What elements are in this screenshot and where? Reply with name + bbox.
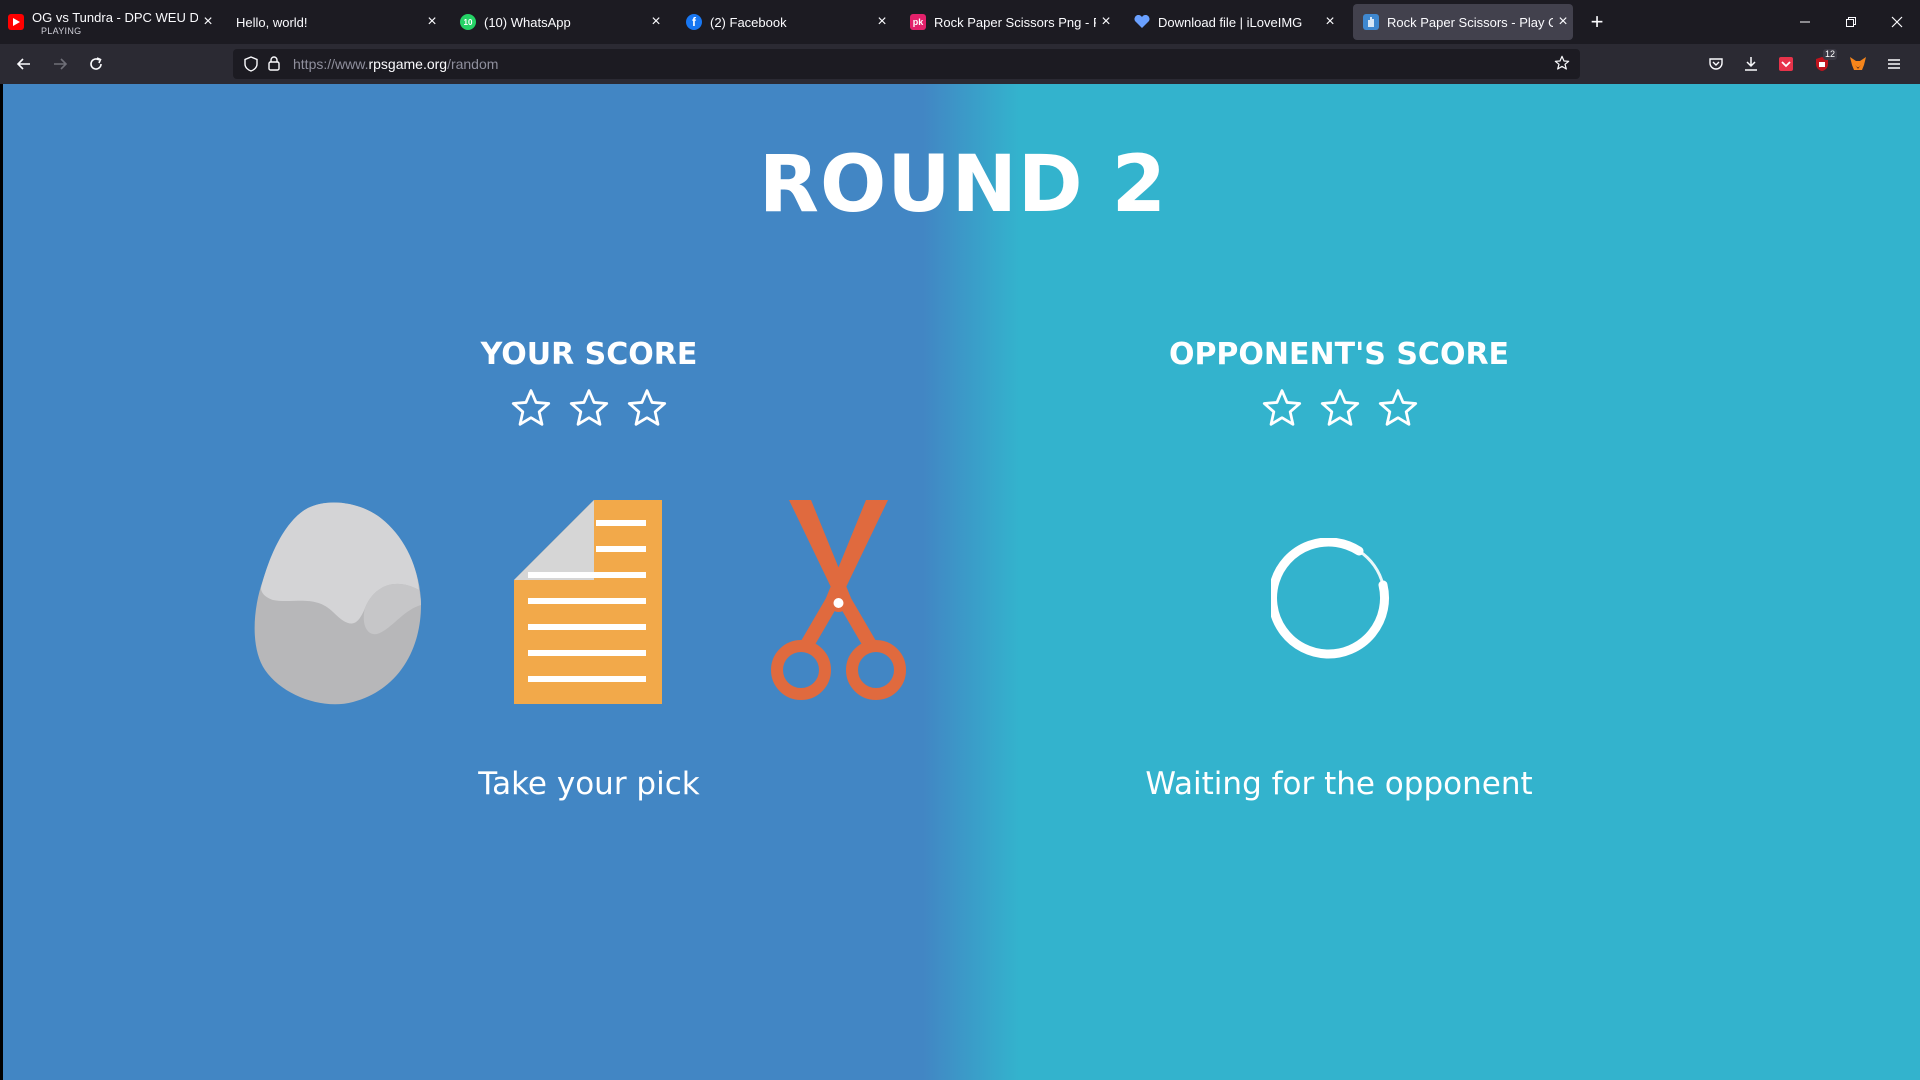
round-title: ROUND 2 xyxy=(758,140,1168,230)
address-bar[interactable]: https://www.rpsgame.org/random xyxy=(233,49,1580,79)
new-tab-button[interactable]: + xyxy=(1582,6,1612,38)
minimize-button[interactable] xyxy=(1782,0,1828,44)
paper-choice-button[interactable] xyxy=(514,500,662,709)
forward-button[interactable] xyxy=(44,48,76,80)
pocket-icon xyxy=(1709,58,1723,70)
your-score-stars xyxy=(510,388,668,428)
rock-icon xyxy=(254,502,421,705)
back-arrow-icon xyxy=(16,58,30,70)
bookmark-star-icon[interactable] xyxy=(1554,55,1570,76)
back-button[interactable] xyxy=(8,48,40,80)
star-outline-icon xyxy=(1320,389,1360,426)
your-score-label: YOUR SCORE xyxy=(480,337,698,372)
your-status-text: Take your pick xyxy=(478,766,700,802)
tab-title: Hello, world! xyxy=(236,14,308,30)
heart-icon xyxy=(1134,14,1150,30)
tab-title: Rock Paper Scissors - Play Onlin xyxy=(1387,14,1553,30)
tab-facebook[interactable]: f (2) Facebook × xyxy=(686,4,892,40)
star-outline-icon xyxy=(511,389,551,426)
rock-choice-button[interactable] xyxy=(253,500,423,710)
opponent-score-label: OPPONENT'S SCORE xyxy=(1168,337,1510,372)
tab-title: (2) Facebook xyxy=(710,14,787,30)
reload-icon xyxy=(90,57,102,70)
tab-title: Rock Paper Scissors Png - Free xyxy=(934,14,1096,30)
opponent-status-text: Waiting for the opponent xyxy=(1145,766,1533,802)
tab-title: OG vs Tundra - DPC WEU Divisio xyxy=(32,9,198,25)
scissors-icon xyxy=(771,500,906,700)
ublock-extension[interactable]: 12 xyxy=(1806,48,1838,80)
tab-pngkey[interactable]: pk Rock Paper Scissors Png - Free × xyxy=(910,4,1116,40)
tab-title: Download file | iLoveIMG xyxy=(1158,14,1303,30)
reload-button[interactable] xyxy=(80,48,112,80)
close-tab-icon[interactable]: × xyxy=(422,13,442,31)
downloads-button[interactable] xyxy=(1735,48,1767,80)
tab-whatsapp[interactable]: 10 (10) WhatsApp × xyxy=(460,4,666,40)
tab-hello-world[interactable]: Hello, world! × xyxy=(236,4,442,40)
metamask-extension[interactable] xyxy=(1842,48,1874,80)
lock-icon[interactable] xyxy=(267,55,281,76)
close-tab-icon[interactable]: × xyxy=(872,13,892,31)
tab-playing-label: PLAYING xyxy=(41,26,82,36)
pocket-save-extension[interactable] xyxy=(1770,48,1802,80)
hamburger-menu-icon xyxy=(1888,59,1900,69)
tab-title: (10) WhatsApp xyxy=(484,14,571,30)
close-tab-icon[interactable]: × xyxy=(1553,13,1573,31)
spinner-icon xyxy=(1268,537,1390,659)
tab-strip: OG vs Tundra - DPC WEU Divisio PLAYING ×… xyxy=(0,0,1920,44)
rps-icon xyxy=(1363,14,1379,30)
tab-youtube[interactable]: OG vs Tundra - DPC WEU Divisio PLAYING × xyxy=(8,4,218,40)
url-prefix: https://www. xyxy=(293,56,369,72)
url-host: rpsgame.org xyxy=(368,56,448,72)
paper-document-icon xyxy=(514,500,662,704)
tracking-shield-icon[interactable] xyxy=(243,56,259,77)
tab-rps-game[interactable]: Rock Paper Scissors - Play Onlin × xyxy=(1353,4,1573,40)
pngkey-icon: pk xyxy=(910,14,926,30)
star-outline-icon xyxy=(1262,389,1302,426)
tab-iloveimg[interactable]: Download file | iLoveIMG × xyxy=(1134,4,1340,40)
navigation-toolbar: https://www.rpsgame.org/random 12 xyxy=(0,44,1920,84)
close-tab-icon[interactable]: × xyxy=(1320,13,1340,31)
loading-spinner xyxy=(1268,537,1397,669)
youtube-icon xyxy=(8,14,24,30)
close-window-button[interactable] xyxy=(1874,0,1920,44)
game-page: ROUND 2 YOUR SCORE Take your pick OPPONE… xyxy=(0,84,1920,1080)
forward-arrow-icon xyxy=(54,58,68,70)
opponent-score-stars xyxy=(1261,388,1419,428)
whatsapp-icon: 10 xyxy=(460,14,476,30)
star-outline-icon xyxy=(627,389,667,426)
close-tab-icon[interactable]: × xyxy=(198,13,218,31)
url-path: /random xyxy=(447,56,499,72)
app-menu-button[interactable] xyxy=(1878,48,1910,80)
extension-red-icon xyxy=(1779,57,1793,71)
star-outline-icon xyxy=(569,389,609,426)
pocket-button[interactable] xyxy=(1700,48,1732,80)
scissors-choice-button[interactable] xyxy=(771,500,906,710)
fox-icon xyxy=(1850,57,1866,70)
extension-badge: 12 xyxy=(1823,49,1838,60)
close-tab-icon[interactable]: × xyxy=(646,13,666,31)
star-outline-icon xyxy=(1378,389,1418,426)
facebook-icon: f xyxy=(686,14,702,30)
close-tab-icon[interactable]: × xyxy=(1096,13,1116,31)
download-icon xyxy=(1745,57,1757,71)
url-text[interactable]: https://www.rpsgame.org/random xyxy=(293,56,498,72)
restore-button[interactable] xyxy=(1828,0,1874,44)
